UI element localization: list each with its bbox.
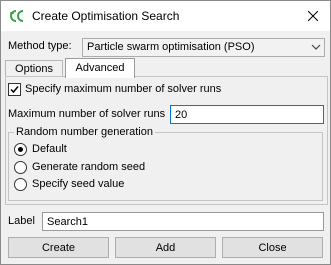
check-icon bbox=[10, 86, 19, 94]
radio-specify-seed-label: Specify seed value bbox=[32, 178, 125, 190]
close-icon bbox=[308, 11, 318, 21]
chevron-down-icon bbox=[311, 44, 321, 50]
label-field-label: Label bbox=[8, 215, 35, 227]
max-runs-input[interactable] bbox=[171, 106, 323, 123]
radio-generate-seed-label: Generate random seed bbox=[32, 161, 146, 173]
radio-specify-seed[interactable] bbox=[14, 178, 27, 191]
radio-default-label: Default bbox=[32, 143, 67, 155]
max-runs-field[interactable] bbox=[170, 105, 324, 124]
tab-advanced[interactable]: Advanced bbox=[65, 58, 135, 78]
tab-options-label: Options bbox=[15, 63, 53, 75]
close-button[interactable]: Close bbox=[222, 237, 323, 258]
max-runs-label: Maximum number of solver runs bbox=[8, 108, 166, 120]
specify-max-runs-checkbox[interactable] bbox=[8, 83, 21, 96]
method-type-label: Method type: bbox=[8, 40, 72, 52]
create-button-label: Create bbox=[41, 241, 76, 254]
radio-default[interactable] bbox=[14, 143, 27, 156]
app-logo-icon bbox=[10, 10, 24, 22]
rng-group-title: Random number generation bbox=[14, 126, 155, 138]
method-type-dropdown[interactable]: Particle swarm optimisation (PSO) bbox=[82, 38, 325, 57]
add-button-label: Add bbox=[155, 241, 176, 254]
specify-max-runs-label: Specify maximum number of solver runs bbox=[25, 83, 222, 95]
tab-advanced-label: Advanced bbox=[75, 62, 125, 74]
radio-selected-dot bbox=[18, 147, 23, 152]
window-title: Create Optimisation Search bbox=[32, 9, 180, 23]
add-button[interactable]: Add bbox=[115, 237, 216, 258]
label-input[interactable] bbox=[43, 213, 323, 230]
close-window-button[interactable] bbox=[296, 1, 330, 31]
method-type-value: Particle swarm optimisation (PSO) bbox=[87, 41, 255, 53]
create-button[interactable]: Create bbox=[8, 237, 109, 258]
radio-generate-seed[interactable] bbox=[14, 161, 27, 174]
close-button-label: Close bbox=[258, 241, 287, 254]
label-field[interactable] bbox=[42, 212, 324, 231]
dialog-window: Create Optimisation Search Method type: … bbox=[0, 0, 331, 265]
title-bar: Create Optimisation Search bbox=[1, 1, 330, 31]
